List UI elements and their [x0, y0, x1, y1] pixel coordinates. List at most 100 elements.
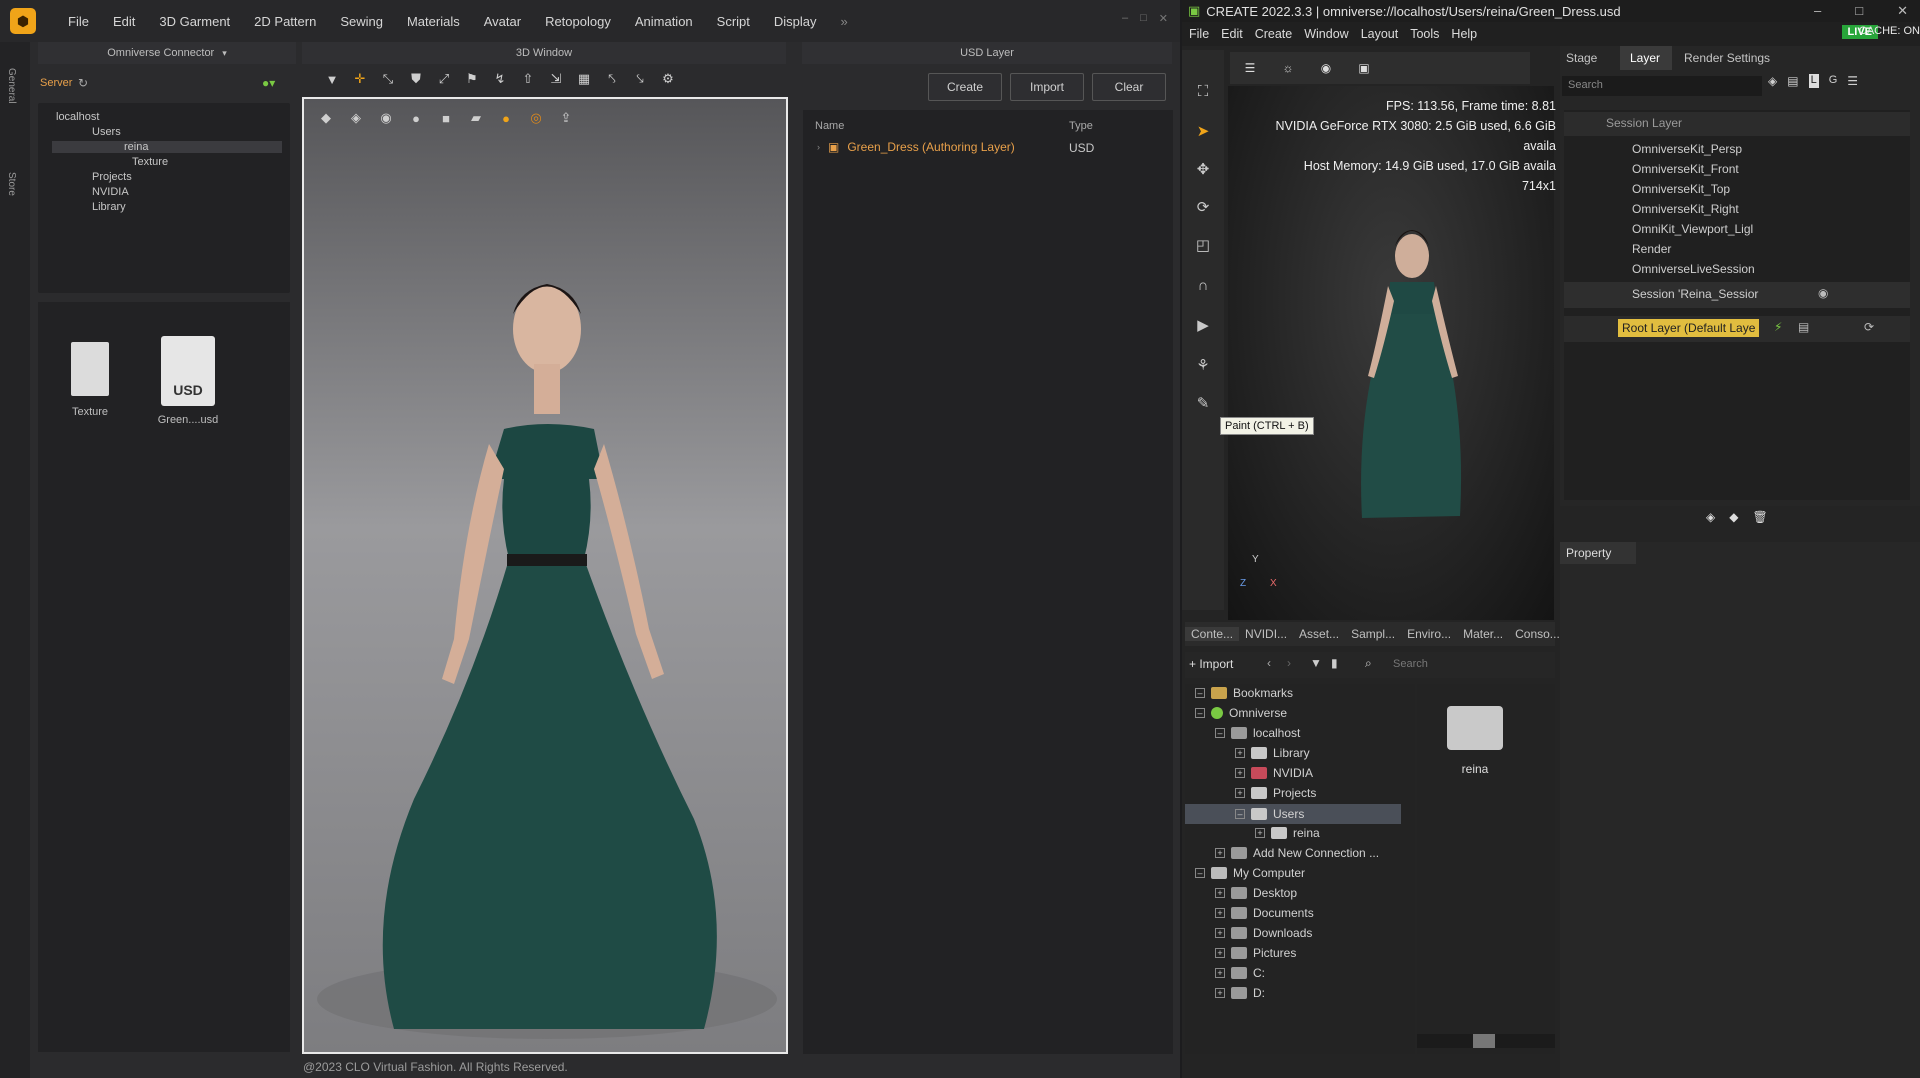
tree-item-library[interactable]: Library [92, 201, 126, 213]
refresh-icon[interactable]: ↻ [78, 76, 88, 90]
viewport-3d[interactable]: ◆ ◈ ◉ ● ■ ▰ ● ◎ ⇪ [302, 97, 788, 1054]
tree-desktop[interactable]: + Desktop [1215, 886, 1297, 900]
select-icon[interactable]: ▼ [320, 68, 344, 90]
tree-omniverse[interactable]: – Omniverse [1195, 706, 1287, 720]
garment-icon[interactable]: ⛊ [404, 68, 428, 90]
connect-status-icon[interactable]: ●▾ [262, 76, 275, 90]
sync-icon[interactable]: ⟳ [1864, 320, 1874, 334]
file-item-green-usd[interactable]: USD Green....usd [154, 336, 222, 426]
tree-localhost[interactable]: – localhost [1215, 726, 1300, 740]
menu-icon[interactable]: ☰ [1847, 74, 1858, 88]
minimize-icon[interactable]: – [1122, 12, 1128, 25]
measure-icon[interactable]: ⤣ [600, 68, 624, 90]
rotate-icon[interactable]: ⟳ [1190, 194, 1216, 220]
tab-render-settings[interactable]: Render Settings [1676, 46, 1786, 70]
edit-pattern-icon[interactable]: ⤡ [376, 68, 400, 90]
bookmark-icon[interactable]: ▮ [1331, 656, 1338, 670]
layer-session[interactable]: Session Layer [1564, 112, 1910, 136]
strengthen-icon[interactable]: ⇲ [544, 68, 568, 90]
tree-reina[interactable]: + reina [1255, 826, 1320, 840]
eye-icon[interactable]: ◉ [1818, 286, 1828, 300]
add-layer-icon[interactable]: ◆ [1729, 510, 1738, 524]
fold-icon[interactable]: ↯ [488, 68, 512, 90]
scrollbar[interactable] [1417, 1034, 1555, 1048]
tree-c-drive[interactable]: + C: [1215, 966, 1265, 980]
omni-menu-help[interactable]: Help [1444, 27, 1482, 41]
layer-persp[interactable]: OmniverseKit_Persp [1632, 142, 1742, 156]
move-icon[interactable]: ✛ [348, 68, 372, 90]
menu-retopology[interactable]: Retopology [533, 14, 623, 29]
menu-file[interactable]: File [56, 14, 101, 29]
file-item-texture[interactable]: Texture [62, 342, 118, 418]
content-search-input[interactable]: Search [1393, 658, 1428, 670]
more-menu-icon[interactable]: » [829, 14, 860, 29]
tree-bookmarks[interactable]: – Bookmarks [1195, 686, 1293, 700]
import-button[interactable]: Import [1010, 73, 1084, 101]
maximize-icon[interactable]: □ [1855, 3, 1863, 19]
menu-materials[interactable]: Materials [395, 14, 472, 29]
physics-icon[interactable]: ⚘ [1190, 352, 1216, 378]
tab-materials[interactable]: Mater... [1457, 627, 1509, 641]
select-icon[interactable]: ➤ [1190, 118, 1216, 144]
settings-icon[interactable]: ⚙ [656, 68, 680, 90]
omni-menu-layout[interactable]: Layout [1354, 27, 1404, 41]
tab-stage[interactable]: Stage [1560, 46, 1618, 70]
close-icon[interactable]: ✕ [1159, 12, 1168, 25]
tree-my-computer[interactable]: – My Computer [1195, 866, 1305, 880]
lock-icon[interactable]: L [1808, 74, 1819, 88]
omni-menu-create[interactable]: Create [1248, 27, 1298, 41]
menu-avatar[interactable]: Avatar [472, 14, 533, 29]
layer-live-session[interactable]: OmniverseLiveSession [1632, 262, 1755, 276]
minimize-icon[interactable]: – [1814, 3, 1821, 19]
tree-item-projects[interactable]: Projects [92, 171, 132, 183]
layer-root-row[interactable]: Root Layer (Default Laye ⚡ ▤ ⟳ [1564, 316, 1910, 342]
frame-icon[interactable]: ⛶ [1190, 78, 1216, 104]
tab-layer[interactable]: Layer [1620, 46, 1672, 70]
arrange-icon[interactable]: ⇧ [516, 68, 540, 90]
play-icon[interactable]: ▶ [1190, 312, 1216, 338]
snap-icon[interactable]: ∩ [1190, 272, 1216, 298]
tree-item-texture[interactable]: Texture [132, 156, 168, 168]
zipper-icon[interactable]: ⤥ [628, 68, 652, 90]
tab-samples[interactable]: Sampl... [1345, 627, 1401, 641]
tab-nvidia[interactable]: NVIDI... [1239, 627, 1293, 641]
tree-item-users[interactable]: Users [92, 126, 121, 138]
viewport-settings-icon[interactable]: ☰ [1238, 56, 1262, 80]
eye-icon[interactable]: ◉ [1314, 56, 1338, 80]
tree-d-drive[interactable]: + D: [1215, 986, 1265, 1000]
tree-library[interactable]: + Library [1235, 746, 1310, 760]
layer-front[interactable]: OmniverseKit_Front [1632, 162, 1739, 176]
menu-animation[interactable]: Animation [623, 14, 705, 29]
layer-top[interactable]: OmniverseKit_Top [1632, 182, 1730, 196]
camera-icon[interactable]: ▣ [1352, 56, 1376, 80]
usd-row[interactable]: › ▣ Green_Dress (Authoring Layer) [817, 140, 1015, 154]
global-icon[interactable]: G [1829, 74, 1838, 88]
dropdown-icon[interactable]: ▾ [222, 48, 227, 59]
filter-icon[interactable]: ▼ [1310, 656, 1322, 670]
save-icon[interactable]: ▤ [1798, 320, 1809, 334]
close-icon[interactable]: ✕ [1897, 3, 1908, 19]
menu-display[interactable]: Display [762, 14, 829, 29]
layer-search-input[interactable]: Search [1562, 76, 1762, 96]
layer-viewport-light[interactable]: OmniKit_Viewport_Ligl [1632, 222, 1753, 236]
create-button[interactable]: Create [928, 73, 1002, 101]
tree-downloads[interactable]: + Downloads [1215, 926, 1312, 940]
paint-icon[interactable]: ✎ [1190, 390, 1216, 416]
tab-console[interactable]: Conso... [1509, 627, 1566, 641]
folder-item-reina[interactable]: reina [1445, 706, 1505, 776]
tab-general[interactable]: General [6, 68, 17, 104]
layers-icon[interactable]: ◈ [1768, 74, 1777, 88]
light-icon[interactable]: ☼ [1276, 56, 1300, 80]
tab-property[interactable]: Property [1560, 542, 1636, 564]
tree-item-nvidia[interactable]: NVIDIA [92, 186, 129, 198]
scale-icon[interactable]: ◰ [1190, 232, 1216, 258]
tree-pictures[interactable]: + Pictures [1215, 946, 1296, 960]
import-button[interactable]: + Import [1189, 657, 1233, 671]
restore-icon[interactable]: □ [1140, 12, 1147, 25]
forward-icon[interactable]: › [1287, 656, 1291, 670]
expand-icon[interactable]: › [817, 142, 820, 152]
omni-menu-file[interactable]: File [1182, 27, 1214, 41]
back-icon[interactable]: ‹ [1267, 656, 1271, 670]
trash-icon[interactable]: 🗑 [1752, 510, 1767, 524]
tree-projects[interactable]: + Projects [1235, 786, 1316, 800]
